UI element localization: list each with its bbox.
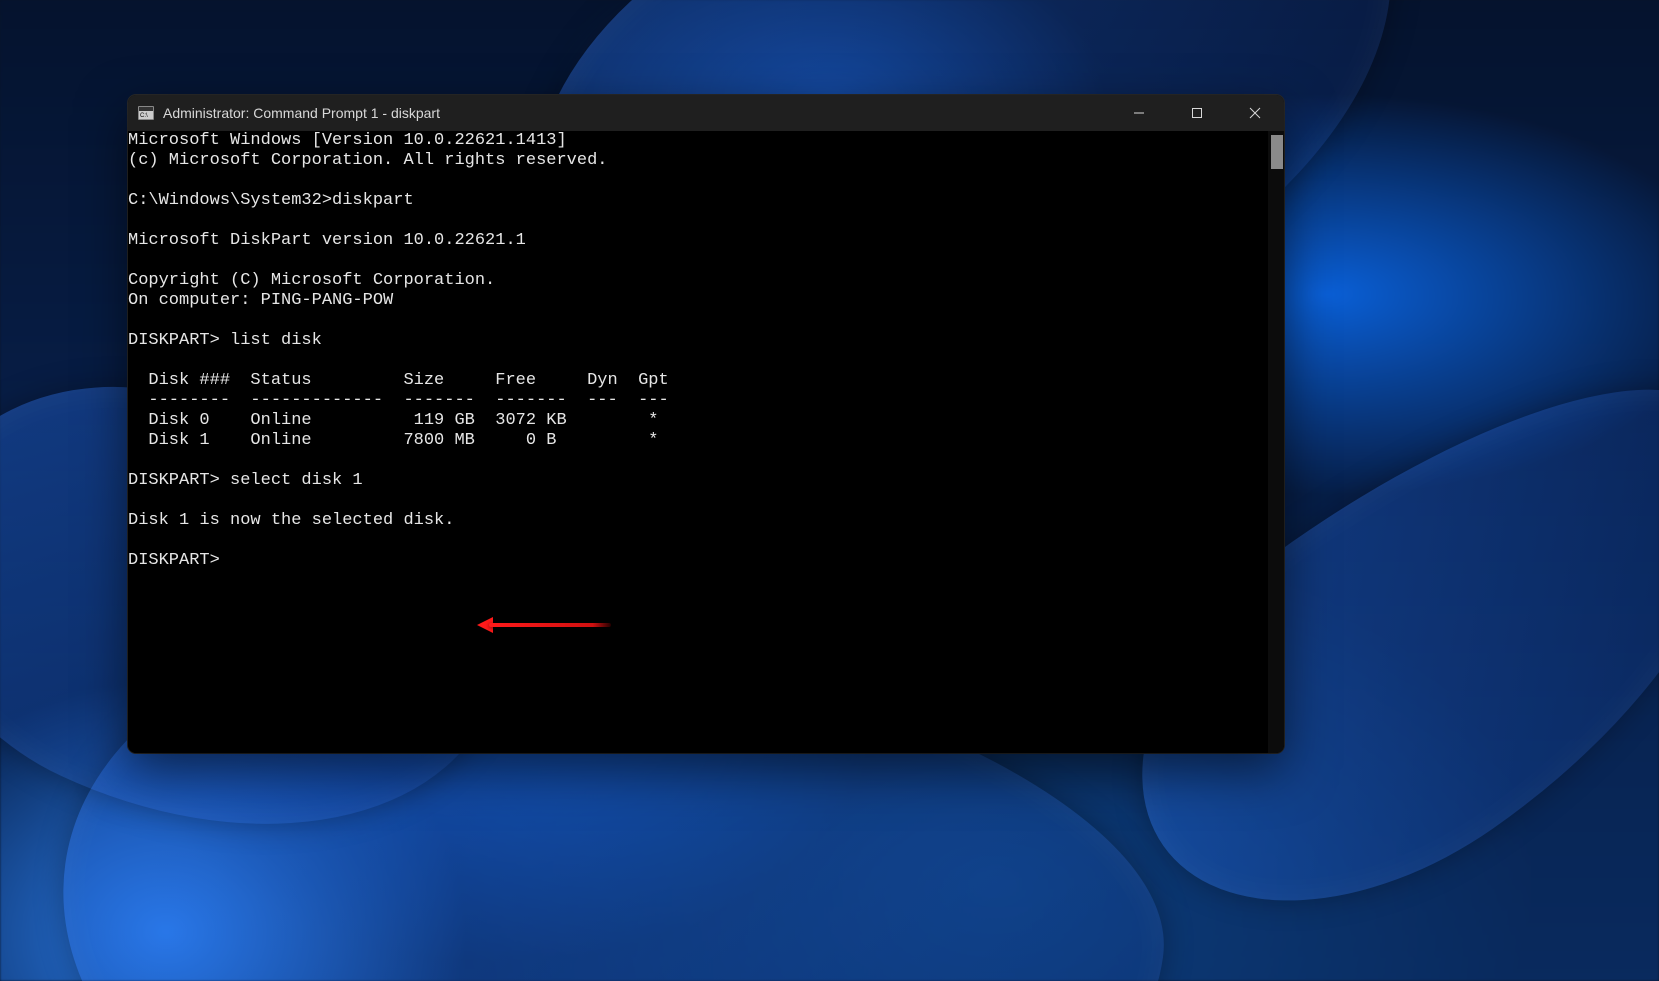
cmd-icon	[138, 106, 154, 120]
terminal-line: Disk 0 Online 119 GB 3072 KB *	[128, 411, 1268, 431]
maximize-icon	[1191, 107, 1203, 119]
window-title: Administrator: Command Prompt 1 - diskpa…	[163, 105, 440, 121]
scrollbar-track[interactable]	[1268, 131, 1284, 753]
terminal-line	[128, 451, 1268, 471]
window-titlebar[interactable]: Administrator: Command Prompt 1 - diskpa…	[128, 95, 1284, 131]
close-button[interactable]	[1226, 95, 1284, 131]
terminal-line	[128, 171, 1268, 191]
terminal-line: DISKPART>	[128, 551, 1268, 571]
terminal-line	[128, 311, 1268, 331]
terminal-line: DISKPART> select disk 1	[128, 471, 1268, 491]
terminal-line	[128, 211, 1268, 231]
terminal-line: C:\Windows\System32>diskpart	[128, 191, 1268, 211]
terminal-line: Microsoft DiskPart version 10.0.22621.1	[128, 231, 1268, 251]
terminal-line: -------- ------------- ------- ------- -…	[128, 391, 1268, 411]
terminal-text[interactable]: Microsoft Windows [Version 10.0.22621.14…	[128, 131, 1268, 753]
minimize-button[interactable]	[1110, 95, 1168, 131]
terminal-line: DISKPART> list disk	[128, 331, 1268, 351]
scrollbar-thumb[interactable]	[1271, 135, 1283, 169]
terminal-line	[128, 351, 1268, 371]
terminal-line: Disk ### Status Size Free Dyn Gpt	[128, 371, 1268, 391]
maximize-button[interactable]	[1168, 95, 1226, 131]
terminal-line	[128, 251, 1268, 271]
command-prompt-window: Administrator: Command Prompt 1 - diskpa…	[128, 95, 1284, 753]
terminal-line: Disk 1 is now the selected disk.	[128, 511, 1268, 531]
terminal-viewport[interactable]: Microsoft Windows [Version 10.0.22621.14…	[128, 131, 1284, 753]
minimize-icon	[1133, 107, 1145, 119]
terminal-line: On computer: PING-PANG-POW	[128, 291, 1268, 311]
terminal-line: Copyright (C) Microsoft Corporation.	[128, 271, 1268, 291]
terminal-line	[128, 491, 1268, 511]
terminal-line	[128, 531, 1268, 551]
terminal-line: (c) Microsoft Corporation. All rights re…	[128, 151, 1268, 171]
terminal-line: Disk 1 Online 7800 MB 0 B *	[128, 431, 1268, 451]
window-controls	[1110, 95, 1284, 131]
close-icon	[1249, 107, 1261, 119]
terminal-line: Microsoft Windows [Version 10.0.22621.14…	[128, 131, 1268, 151]
